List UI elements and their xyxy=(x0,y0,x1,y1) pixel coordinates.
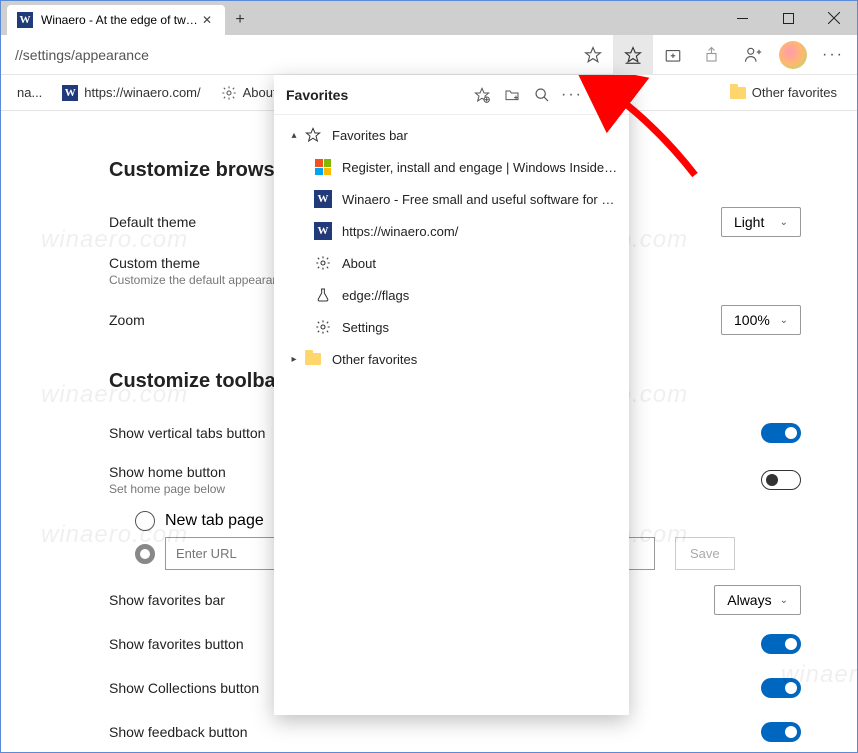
select-value: Light xyxy=(734,214,764,230)
expand-arrow-icon: ▸ xyxy=(288,354,300,365)
favorites-list: ▴ Favorites bar Register, install and en… xyxy=(274,115,629,379)
chevron-down-icon: ⌄ xyxy=(780,595,788,606)
add-favorite-icon[interactable] xyxy=(467,80,497,110)
favorites-bar-label: Favorites bar xyxy=(332,128,629,143)
toggle-favorites-button[interactable] xyxy=(761,634,801,654)
toggle-feedback-button[interactable] xyxy=(761,722,801,742)
flask-icon xyxy=(314,286,332,304)
favorites-button[interactable] xyxy=(613,35,653,75)
close-tab-icon[interactable]: ✕ xyxy=(199,13,215,27)
bookmark-label: na... xyxy=(17,85,42,100)
bookmark-item[interactable]: na... xyxy=(9,81,50,104)
tab-strip: W Winaero - At the edge of tweaki ✕ + xyxy=(1,1,719,35)
select-value: Always xyxy=(727,592,771,608)
toggle-home-button[interactable] xyxy=(761,470,801,490)
favorite-label: About xyxy=(342,256,629,271)
ms-logo-icon xyxy=(314,158,332,176)
favorite-item[interactable]: About xyxy=(274,247,629,279)
favorite-item[interactable]: W Winaero - Free small and useful softwa… xyxy=(274,183,629,215)
favicon-icon: W xyxy=(314,222,332,240)
favorite-label: edge://flags xyxy=(342,288,629,303)
bookmark-label: https://winaero.com/ xyxy=(84,85,200,100)
gear-icon xyxy=(314,254,332,272)
new-tab-button[interactable]: + xyxy=(225,5,255,35)
favorites-bar-folder[interactable]: ▴ Favorites bar xyxy=(274,119,629,151)
favicon-icon: W xyxy=(62,85,78,101)
favorite-item[interactable]: Register, install and engage | Windows I… xyxy=(274,151,629,183)
gear-icon xyxy=(221,85,237,101)
gear-icon xyxy=(314,318,332,336)
select-value: 100% xyxy=(734,312,770,328)
zoom-select[interactable]: 100% ⌄ xyxy=(721,305,801,335)
bookmark-label: About xyxy=(243,85,277,100)
save-button[interactable]: Save xyxy=(675,537,735,570)
collapse-arrow-icon: ▴ xyxy=(288,130,300,141)
folder-icon xyxy=(730,87,746,99)
tab-title: Winaero - At the edge of tweaki xyxy=(41,13,199,27)
favorite-label: Register, install and engage | Windows I… xyxy=(342,160,629,175)
tab-favicon-icon: W xyxy=(17,12,33,28)
favorites-more-icon[interactable]: ··· xyxy=(557,80,587,110)
favorites-panel-header: Favorites ··· xyxy=(274,75,629,115)
favicon-icon: W xyxy=(314,190,332,208)
setting-label: Show feedback button xyxy=(109,724,761,740)
add-folder-icon[interactable] xyxy=(497,80,527,110)
favorite-label: Settings xyxy=(342,320,629,335)
favorite-label: https://winaero.com/ xyxy=(342,224,629,239)
minimize-button[interactable] xyxy=(719,1,765,35)
pin-icon[interactable] xyxy=(587,80,617,110)
setting-row-feedback-button: Show feedback button xyxy=(109,710,801,752)
bookmark-label: Other favorites xyxy=(752,85,837,100)
favorite-star-icon[interactable] xyxy=(573,35,613,75)
favorite-item[interactable]: edge://flags xyxy=(274,279,629,311)
toggle-collections-button[interactable] xyxy=(761,678,801,698)
other-favorites-folder[interactable]: ▸ Other favorites xyxy=(274,343,629,375)
favorite-item[interactable]: Settings xyxy=(274,311,629,343)
address-bar: ··· xyxy=(1,35,857,75)
more-menu-icon[interactable]: ··· xyxy=(813,35,853,75)
star-icon xyxy=(304,126,322,144)
chevron-down-icon: ⌄ xyxy=(780,315,788,326)
maximize-button[interactable] xyxy=(765,1,811,35)
url-input[interactable] xyxy=(5,41,573,69)
radio-url[interactable] xyxy=(135,544,155,564)
window-titlebar: W Winaero - At the edge of tweaki ✕ + xyxy=(1,1,857,35)
favorite-item[interactable]: W https://winaero.com/ xyxy=(274,215,629,247)
favorites-panel: Favorites ··· ▴ Favorites bar Register, … xyxy=(274,75,629,715)
chevron-down-icon: ⌄ xyxy=(780,217,788,228)
share-icon[interactable] xyxy=(693,35,733,75)
other-favorites-label: Other favorites xyxy=(332,352,629,367)
window-controls xyxy=(719,1,857,35)
profile-avatar-icon[interactable] xyxy=(773,35,813,75)
favorites-bar-select[interactable]: Always ⌄ xyxy=(714,585,801,615)
toggle-vertical-tabs[interactable] xyxy=(761,423,801,443)
collections-icon[interactable] xyxy=(653,35,693,75)
other-favorites-folder[interactable]: Other favorites xyxy=(722,81,845,104)
radio-label: New tab page xyxy=(165,512,264,530)
favorite-label: Winaero - Free small and useful software… xyxy=(342,192,629,207)
close-window-button[interactable] xyxy=(811,1,857,35)
favorites-panel-title: Favorites xyxy=(286,87,467,103)
bookmark-item[interactable]: Whttps://winaero.com/ xyxy=(54,81,208,105)
radio-newtab[interactable] xyxy=(135,511,155,531)
folder-icon xyxy=(304,350,322,368)
browser-tab[interactable]: W Winaero - At the edge of tweaki ✕ xyxy=(7,5,225,35)
theme-select[interactable]: Light ⌄ xyxy=(721,207,801,237)
search-favorites-icon[interactable] xyxy=(527,80,557,110)
person-icon[interactable] xyxy=(733,35,773,75)
